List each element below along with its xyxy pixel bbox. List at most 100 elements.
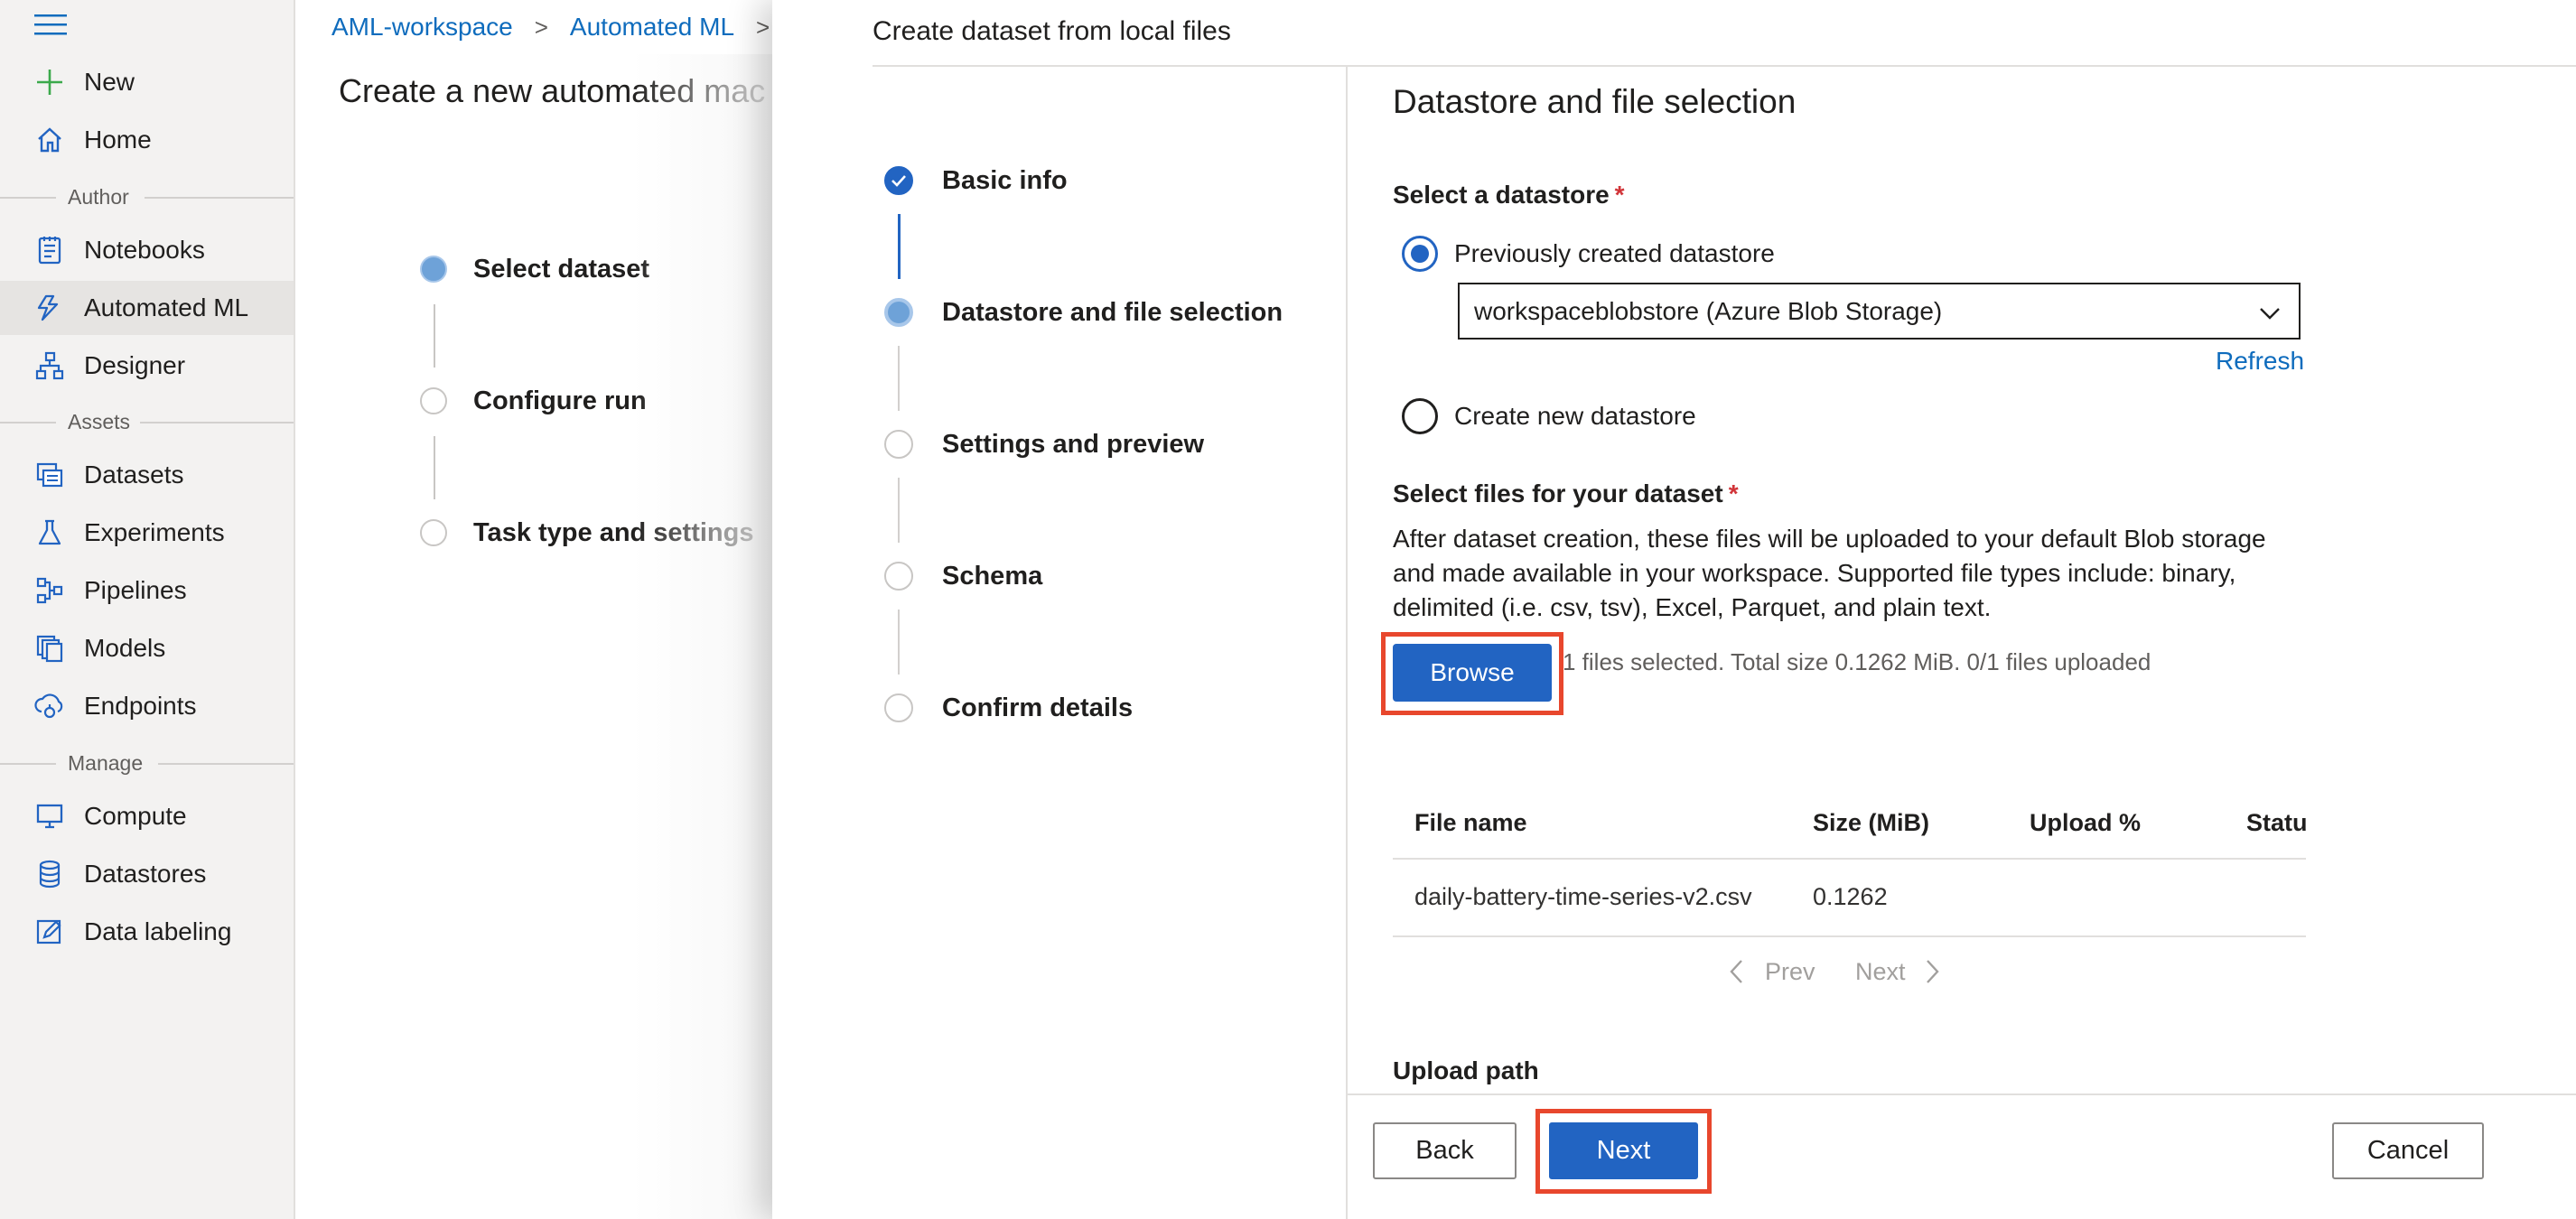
- bg-step-task-type: Task type and settings: [420, 518, 754, 547]
- upload-status-text: 1 files selected. Total size 0.1262 MiB.…: [1563, 648, 2151, 675]
- nav-section-assets: Assets: [0, 410, 294, 437]
- chevron-right-icon: >: [534, 13, 548, 41]
- step-pending-indicator: [420, 387, 447, 414]
- step-connector: [434, 304, 435, 368]
- nav-item-label: Datastores: [84, 860, 207, 888]
- radio-previously-created-datastore[interactable]: Previously created datastore: [1402, 236, 1775, 272]
- cell-file-name: daily-battery-time-series-v2.csv: [1414, 883, 1752, 910]
- create-dataset-panel: Create dataset from local files Basic in…: [772, 0, 2576, 1219]
- panel-title: Create dataset from local files: [873, 16, 1231, 46]
- select-datastore-label: Select a datastore *: [1393, 181, 1625, 209]
- browse-button[interactable]: Browse: [1393, 644, 1552, 702]
- step-pending-indicator: [884, 430, 913, 459]
- nav-item-experiments[interactable]: Experiments: [0, 506, 294, 560]
- nav-item-datasets[interactable]: Datasets: [0, 448, 294, 502]
- nav-item-datastores[interactable]: Datastores: [0, 847, 294, 901]
- breadcrumb: AML-workspace > Automated ML >: [331, 9, 791, 45]
- chevron-right-icon: >: [756, 13, 770, 41]
- file-table-header: File name Size (MiB) Upload % Status: [1393, 795, 2306, 858]
- chevron-right-icon: [1926, 960, 1939, 983]
- datastore-dropdown[interactable]: workspaceblobstore (Azure Blob Storage): [1458, 283, 2301, 340]
- section-title: Datastore and file selection: [1393, 83, 1797, 120]
- flask-icon: [34, 517, 65, 548]
- column-header-status[interactable]: Status: [2246, 809, 2306, 837]
- pipelines-icon: [34, 575, 65, 606]
- plus-icon: [34, 67, 65, 98]
- automated-ml-icon: [34, 293, 65, 323]
- prev-page-button[interactable]: Prev: [1727, 957, 1815, 986]
- nav-item-compute[interactable]: Compute: [0, 789, 294, 843]
- column-header-file-name[interactable]: File name: [1414, 809, 1527, 837]
- hamburger-menu-icon[interactable]: [34, 13, 67, 36]
- nav-item-label: Data labeling: [84, 917, 232, 945]
- step-current-indicator: [420, 256, 447, 283]
- nav-item-label: Pipelines: [84, 576, 187, 604]
- next-button[interactable]: Next: [1549, 1122, 1698, 1179]
- nav-item-data-labeling[interactable]: Data labeling: [0, 905, 294, 959]
- nav-item-label: Datasets: [84, 461, 184, 489]
- nav-section-manage: Manage: [0, 751, 294, 778]
- nav-item-label: Home: [84, 126, 152, 154]
- nav-item-label: Compute: [84, 802, 187, 830]
- cell-size: 0.1262: [1813, 883, 1888, 910]
- wizard-step-settings[interactable]: Settings and preview: [884, 430, 1204, 459]
- nav-item-models[interactable]: Models: [0, 621, 294, 675]
- column-header-upload[interactable]: Upload %: [2030, 809, 2141, 837]
- wizard-step-schema[interactable]: Schema: [884, 562, 1042, 591]
- database-icon: [34, 859, 65, 889]
- models-icon: [34, 633, 65, 664]
- next-page-button[interactable]: Next: [1855, 957, 1942, 986]
- bg-step-select-dataset: Select dataset: [420, 255, 649, 284]
- nav-item-label: Designer: [84, 351, 186, 379]
- left-navigation: New Home Author Notebooks Automated ML D…: [0, 0, 295, 1219]
- column-header-size[interactable]: Size (MiB): [1813, 809, 1929, 837]
- wizard-connector: [898, 610, 900, 675]
- notebook-icon: [34, 235, 65, 265]
- nav-item-automated-ml[interactable]: Automated ML: [0, 281, 294, 335]
- wizard-connector: [898, 214, 901, 279]
- nav-item-label: Endpoints: [84, 692, 197, 720]
- wizard-step-confirm[interactable]: Confirm details: [884, 693, 1133, 722]
- nav-item-new[interactable]: New: [0, 55, 294, 109]
- chevron-left-icon: [1730, 960, 1742, 983]
- step-pending-indicator: [884, 693, 913, 722]
- wizard-connector: [898, 478, 900, 543]
- upload-path-label: Upload path: [1393, 1056, 1539, 1084]
- required-marker: *: [1728, 479, 1739, 507]
- bg-step-configure-run: Configure run: [420, 386, 647, 415]
- step-pending-indicator: [884, 562, 913, 591]
- wizard-step-basic-info[interactable]: Basic info: [884, 166, 1068, 195]
- step-connector: [434, 436, 435, 499]
- back-button[interactable]: Back: [1373, 1122, 1517, 1179]
- chevron-down-icon: [2260, 308, 2280, 320]
- cancel-button[interactable]: Cancel: [2332, 1122, 2484, 1179]
- nav-item-label: Experiments: [84, 518, 225, 546]
- nav-item-label: Notebooks: [84, 236, 205, 264]
- datastore-selected-value: workspaceblobstore (Azure Blob Storage): [1474, 296, 1943, 325]
- files-description: After dataset creation, these files will…: [1393, 525, 2266, 621]
- nav-section-author: Author: [0, 185, 294, 212]
- edit-icon: [34, 917, 65, 947]
- step-current-indicator: [884, 298, 913, 327]
- nav-item-label: New: [84, 68, 135, 96]
- monitor-icon: [34, 801, 65, 832]
- nav-item-notebooks[interactable]: Notebooks: [0, 223, 294, 277]
- nav-item-pipelines[interactable]: Pipelines: [0, 563, 294, 618]
- designer-icon: [34, 350, 65, 381]
- breadcrumb-automated-ml-link[interactable]: Automated ML: [570, 13, 734, 42]
- wizard-step-datastore[interactable]: Datastore and file selection: [884, 298, 1283, 327]
- nav-item-designer[interactable]: Designer: [0, 339, 294, 393]
- datasets-icon: [34, 460, 65, 490]
- nav-item-label: Models: [84, 634, 166, 662]
- radio-button[interactable]: [1402, 236, 1438, 272]
- refresh-link[interactable]: Refresh: [2216, 347, 2304, 376]
- nav-item-home[interactable]: Home: [0, 113, 294, 167]
- step-pending-indicator: [420, 519, 447, 546]
- nav-item-endpoints[interactable]: Endpoints: [0, 679, 294, 733]
- select-files-label: Select files for your dataset *: [1393, 479, 1739, 507]
- breadcrumb-workspace-link[interactable]: AML-workspace: [331, 13, 513, 42]
- home-icon: [34, 125, 65, 155]
- radio-button[interactable]: [1402, 398, 1438, 434]
- endpoints-icon: [34, 691, 65, 721]
- radio-create-new-datastore[interactable]: Create new datastore: [1402, 398, 1696, 434]
